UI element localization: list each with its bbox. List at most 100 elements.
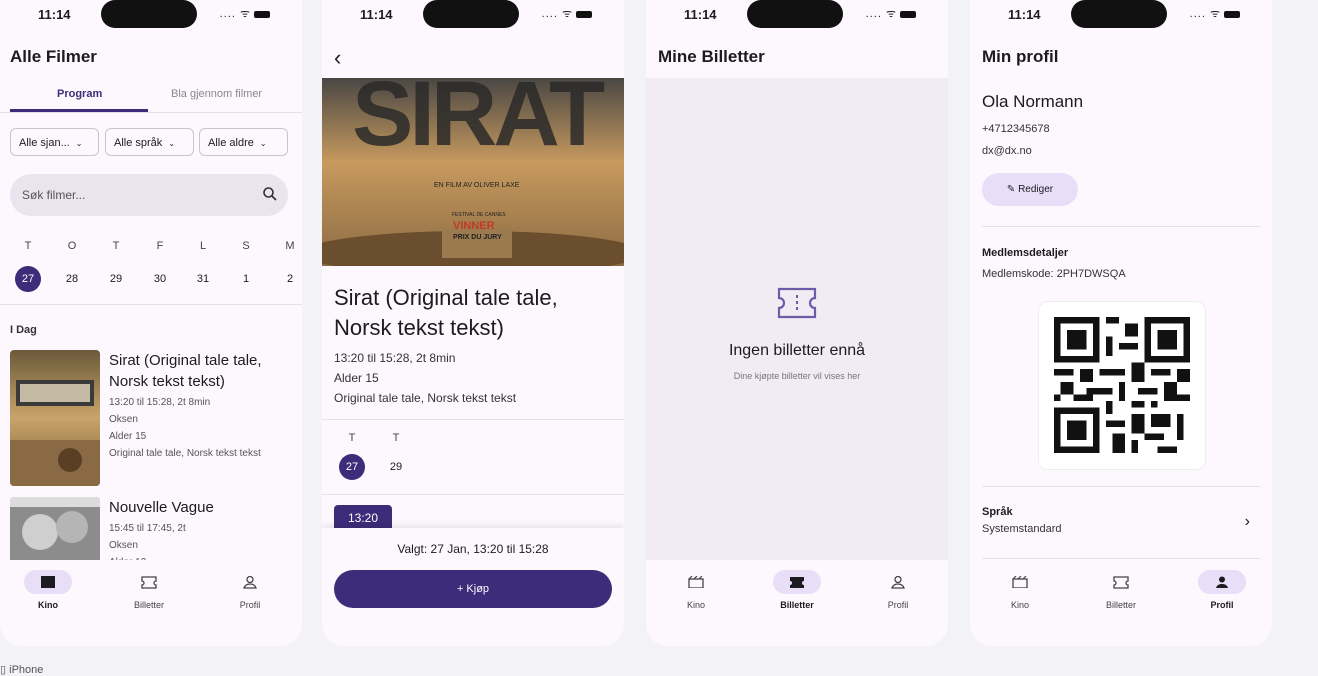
signal-wifi-battery-icon: .... ᯤ	[220, 6, 270, 21]
movie-time: 15:45 til 17:45, 2t	[109, 523, 186, 534]
bottom-nav: Kino Billetter Profil	[0, 560, 302, 646]
movie-time: 13:20 til 15:28, 2t 8min	[334, 351, 456, 365]
date-item[interactable]: T 27	[15, 240, 41, 292]
member-heading: Medlemsdetaljer	[982, 247, 1069, 259]
nav-kino[interactable]: Kino	[985, 570, 1055, 610]
language-value: Systemstandard	[982, 523, 1062, 535]
nav-billetter[interactable]: Billetter	[762, 570, 832, 610]
movie-venue: Oksen	[109, 414, 138, 425]
empty-subtitle: Dine kjøpte billetter vil vises her	[733, 371, 861, 381]
nav-kino-label: Kino	[1010, 600, 1029, 610]
list-item[interactable]: Nouvelle Vague 15:45 til 17:45, 2t Oksen…	[10, 497, 300, 568]
clapperboard-icon	[41, 576, 55, 588]
poster-prize: PRIX DU JURY	[453, 234, 502, 241]
nav-profil[interactable]: Profil	[863, 570, 933, 610]
divider	[982, 226, 1260, 227]
status-bar: 11:14 .... ᯤ	[646, 0, 948, 30]
poster-title: SIRAT	[352, 78, 605, 165]
signal-wifi-battery-icon: .... ᯤ	[866, 6, 916, 21]
chevron-down-icon: ⌄	[168, 139, 175, 148]
profile-email: dx@dx.no	[982, 145, 1032, 157]
genre-filter[interactable]: Alle sjan... ⌄	[10, 128, 99, 156]
ticket-icon	[1113, 575, 1129, 589]
edit-button[interactable]: ✎ Rediger	[982, 173, 1078, 206]
ticket-icon	[777, 287, 817, 319]
nav-billetter-label: Billetter	[1105, 600, 1136, 610]
edit-label: Rediger	[1018, 184, 1054, 195]
nav-profil-label: Profil	[1210, 600, 1234, 610]
divider	[982, 486, 1260, 487]
pencil-icon: ✎	[1006, 184, 1016, 195]
bottom-nav: Kino Billetter Profil	[646, 560, 948, 646]
search-placeholder: Søk filmer...	[22, 188, 86, 202]
nav-profil[interactable]: Profil	[215, 570, 285, 610]
search-icon[interactable]	[262, 186, 278, 202]
date-item[interactable]: T 27	[339, 432, 365, 480]
tab-program[interactable]: Program	[57, 88, 102, 100]
screen-my-tickets: 11:14 .... ᯤ Mine Billetter Ingen billet…	[646, 0, 948, 646]
movie-language: Original tale tale, Norsk tekst tekst	[334, 391, 517, 405]
device-caption: ▯ iPhone	[0, 664, 44, 676]
buy-button[interactable]: + Kjøp	[334, 570, 612, 608]
screen-all-movies: 11:14 .... ᯤ Alle Filmer Program Bla gje…	[0, 0, 302, 646]
nav-billetter[interactable]: Billetter	[1086, 570, 1156, 610]
divider	[0, 304, 302, 305]
profile-phone: +4712345678	[982, 123, 1050, 135]
movie-age: Alder 15	[109, 431, 147, 442]
movie-venue: Oksen	[109, 540, 138, 551]
status-time: 11:14	[360, 7, 393, 22]
list-item[interactable]: Sirat (Original tale tale, Norsk tekst t…	[10, 350, 300, 486]
age-filter[interactable]: Alle aldre ⌄	[199, 128, 288, 156]
language-filter[interactable]: Alle språk ⌄	[105, 128, 194, 156]
nav-kino[interactable]: Kino	[13, 570, 83, 610]
language-label: Språk	[982, 506, 1013, 518]
chevron-right-icon[interactable]: ›	[1245, 513, 1250, 531]
screen-movie-detail: 11:14 .... ᯤ ‹ SIRAT EN FILM AV OLIVER L…	[322, 0, 624, 646]
person-icon	[243, 575, 257, 589]
nav-billetter[interactable]: Billetter	[114, 570, 184, 610]
signal-wifi-battery-icon: .... ᯤ	[1190, 6, 1240, 21]
selection-bar: Valgt: 27 Jan, 13:20 til 15:28 + Kjøp	[322, 528, 624, 646]
phone-outline-icon: ▯	[0, 664, 7, 676]
movie-title: Nouvelle Vague	[109, 499, 214, 516]
nav-kino[interactable]: Kino	[661, 570, 731, 610]
dynamic-island	[747, 0, 843, 28]
language-setting[interactable]: Språk Systemstandard	[982, 506, 1061, 535]
date-item[interactable]: T 29	[103, 240, 129, 292]
nav-profil[interactable]: Profil	[1187, 570, 1257, 610]
movie-language: Original tale tale, Norsk tekst tekst	[109, 448, 261, 459]
movie-title: Sirat (Original tale tale, Norsk tekst t…	[334, 285, 558, 340]
chevron-down-icon: ⌄	[75, 139, 83, 148]
person-icon	[1216, 576, 1228, 588]
tab-browse-movies[interactable]: Bla gjennom filmer	[171, 88, 262, 100]
ticket-icon	[141, 575, 157, 589]
date-item[interactable]: T 29	[383, 432, 409, 480]
page-title: Min profil	[982, 47, 1059, 66]
selected-showtime: Valgt: 27 Jan, 13:20 til 15:28	[397, 542, 549, 556]
date-item[interactable]: M2	[277, 240, 302, 292]
tab-bar: Program Bla gjennom filmer	[0, 84, 302, 113]
nav-profil-label: Profil	[239, 600, 261, 610]
search-input[interactable]: Søk filmer...	[10, 174, 288, 216]
page-title: Mine Billetter	[658, 47, 765, 66]
date-item[interactable]: O 28	[59, 240, 85, 292]
clapperboard-icon	[688, 576, 704, 588]
date-item[interactable]: S1	[233, 240, 259, 292]
nav-kino-label: Kino	[38, 600, 58, 610]
date-item[interactable]: F 30	[147, 240, 173, 292]
nav-billetter-label: Billetter	[133, 600, 164, 610]
clapperboard-icon	[1012, 576, 1028, 588]
movie-time: 13:20 til 15:28, 2t 8min	[109, 397, 211, 408]
status-time: 11:14	[1008, 7, 1041, 22]
empty-title: Ingen billetter ennå	[728, 342, 866, 359]
date-item[interactable]: L 31	[190, 240, 216, 292]
poster-festival: FESTIVAL DE CANNES	[452, 212, 506, 218]
member-qr-code	[1038, 301, 1206, 470]
chevron-down-icon: ⌄	[259, 139, 267, 148]
profile-name: Ola Normann	[982, 92, 1084, 111]
movie-poster	[10, 497, 100, 563]
person-icon	[891, 575, 905, 589]
movie-meta: 13:20 til 15:28, 2t 8min Alder 15 Origin…	[334, 348, 516, 408]
back-icon[interactable]: ‹	[334, 45, 341, 71]
nav-kino-label: Kino	[686, 600, 705, 610]
